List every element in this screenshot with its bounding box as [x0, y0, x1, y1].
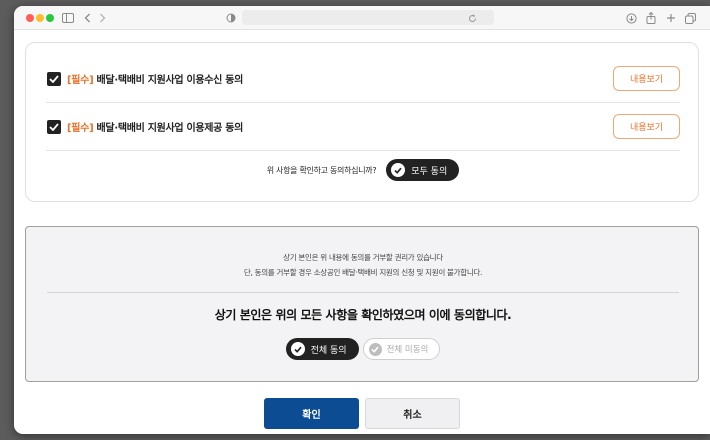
sidebar-icon[interactable] [62, 11, 74, 25]
check-icon [49, 74, 59, 83]
confirm-question: 위 사항을 확인하고 동의하십니까? [266, 165, 377, 175]
browser-window: [필수] 배달·택배비 지원사업 이용수신 동의 내용보기 [필수] 배달·택배… [14, 6, 710, 434]
divider [47, 292, 679, 293]
consent-receive-checkbox[interactable] [47, 71, 61, 86]
agree-all-label: 모두 동의 [411, 166, 448, 177]
minimize-window-button[interactable] [36, 14, 44, 22]
consent-card: [필수] 배달·택배비 지원사업 이용수신 동의 내용보기 [필수] 배달·택배… [25, 42, 699, 202]
consent-receive-text: 배달·택배비 지원사업 이용수신 동의 [93, 75, 244, 86]
reload-icon[interactable] [468, 11, 477, 25]
consent-provide-checkbox[interactable] [47, 119, 61, 134]
check-icon [49, 122, 59, 131]
consent-row-receive: [필수] 배달·택배비 지원사업 이용수신 동의 내용보기 [46, 55, 680, 103]
consent-provide-text: 배달·택배비 지원사업 이용제공 동의 [93, 123, 244, 134]
disagree-all-choice-label: 전체 미동의 [386, 345, 429, 355]
confirm-button[interactable]: 확인 [264, 398, 359, 429]
new-tab-icon[interactable] [666, 11, 676, 25]
download-icon[interactable] [626, 11, 637, 25]
back-icon[interactable] [84, 11, 91, 25]
view-receive-terms-button[interactable]: 내용보기 [613, 66, 680, 91]
share-icon[interactable] [646, 11, 656, 25]
view-provide-terms-button[interactable]: 내용보기 [613, 114, 680, 139]
agreement-statement: 상기 본인은 위의 모든 사항을 확인하였으며 이에 동의합니다. [214, 308, 512, 322]
agreement-choice-group: 전체 동의 전체 미동의 [26, 338, 700, 360]
agree-all-line: 위 사항을 확인하고 동의하십니까? 모두 동의 [26, 157, 700, 183]
tab-overview-icon[interactable] [685, 11, 696, 25]
zoom-window-button[interactable] [46, 14, 54, 22]
consent-row-provide: [필수] 배달·택배비 지원사업 이용제공 동의 내용보기 [46, 103, 680, 151]
browser-toolbar [14, 6, 710, 30]
check-circle-icon [368, 342, 382, 356]
disagree-all-choice-button[interactable]: 전체 미동의 [362, 338, 441, 360]
cancel-button[interactable]: 취소 [365, 398, 460, 429]
address-bar[interactable] [242, 10, 494, 25]
close-window-button[interactable] [26, 14, 34, 22]
agree-all-button[interactable]: 모두 동의 [386, 159, 460, 181]
check-circle-icon [290, 342, 305, 356]
notice-line-1: 상기 본인은 위 내용에 동의를 거부할 권리가 있습니다 [283, 253, 443, 262]
agree-all-choice-button[interactable]: 전체 동의 [285, 338, 359, 360]
check-circle-icon [391, 163, 406, 177]
privacy-shield-icon[interactable] [226, 11, 236, 25]
required-tag: [필수] [67, 75, 94, 86]
forward-icon[interactable] [99, 11, 106, 25]
consent-provide-label: [필수] 배달·택배비 지원사업 이용제공 동의 [67, 119, 243, 134]
notice-line-2: 단, 동의를 거부할 경우 소상공인 배달·택배비 지원의 신청 및 지원이 불… [243, 268, 483, 277]
required-tag: [필수] [67, 123, 94, 134]
consent-receive-label: [필수] 배달·택배비 지원사업 이용수신 동의 [67, 71, 243, 86]
agree-all-choice-label: 전체 동의 [310, 345, 347, 356]
notice-card: 상기 본인은 위 내용에 동의를 거부할 권리가 있습니다 단, 동의를 거부할… [25, 226, 699, 382]
